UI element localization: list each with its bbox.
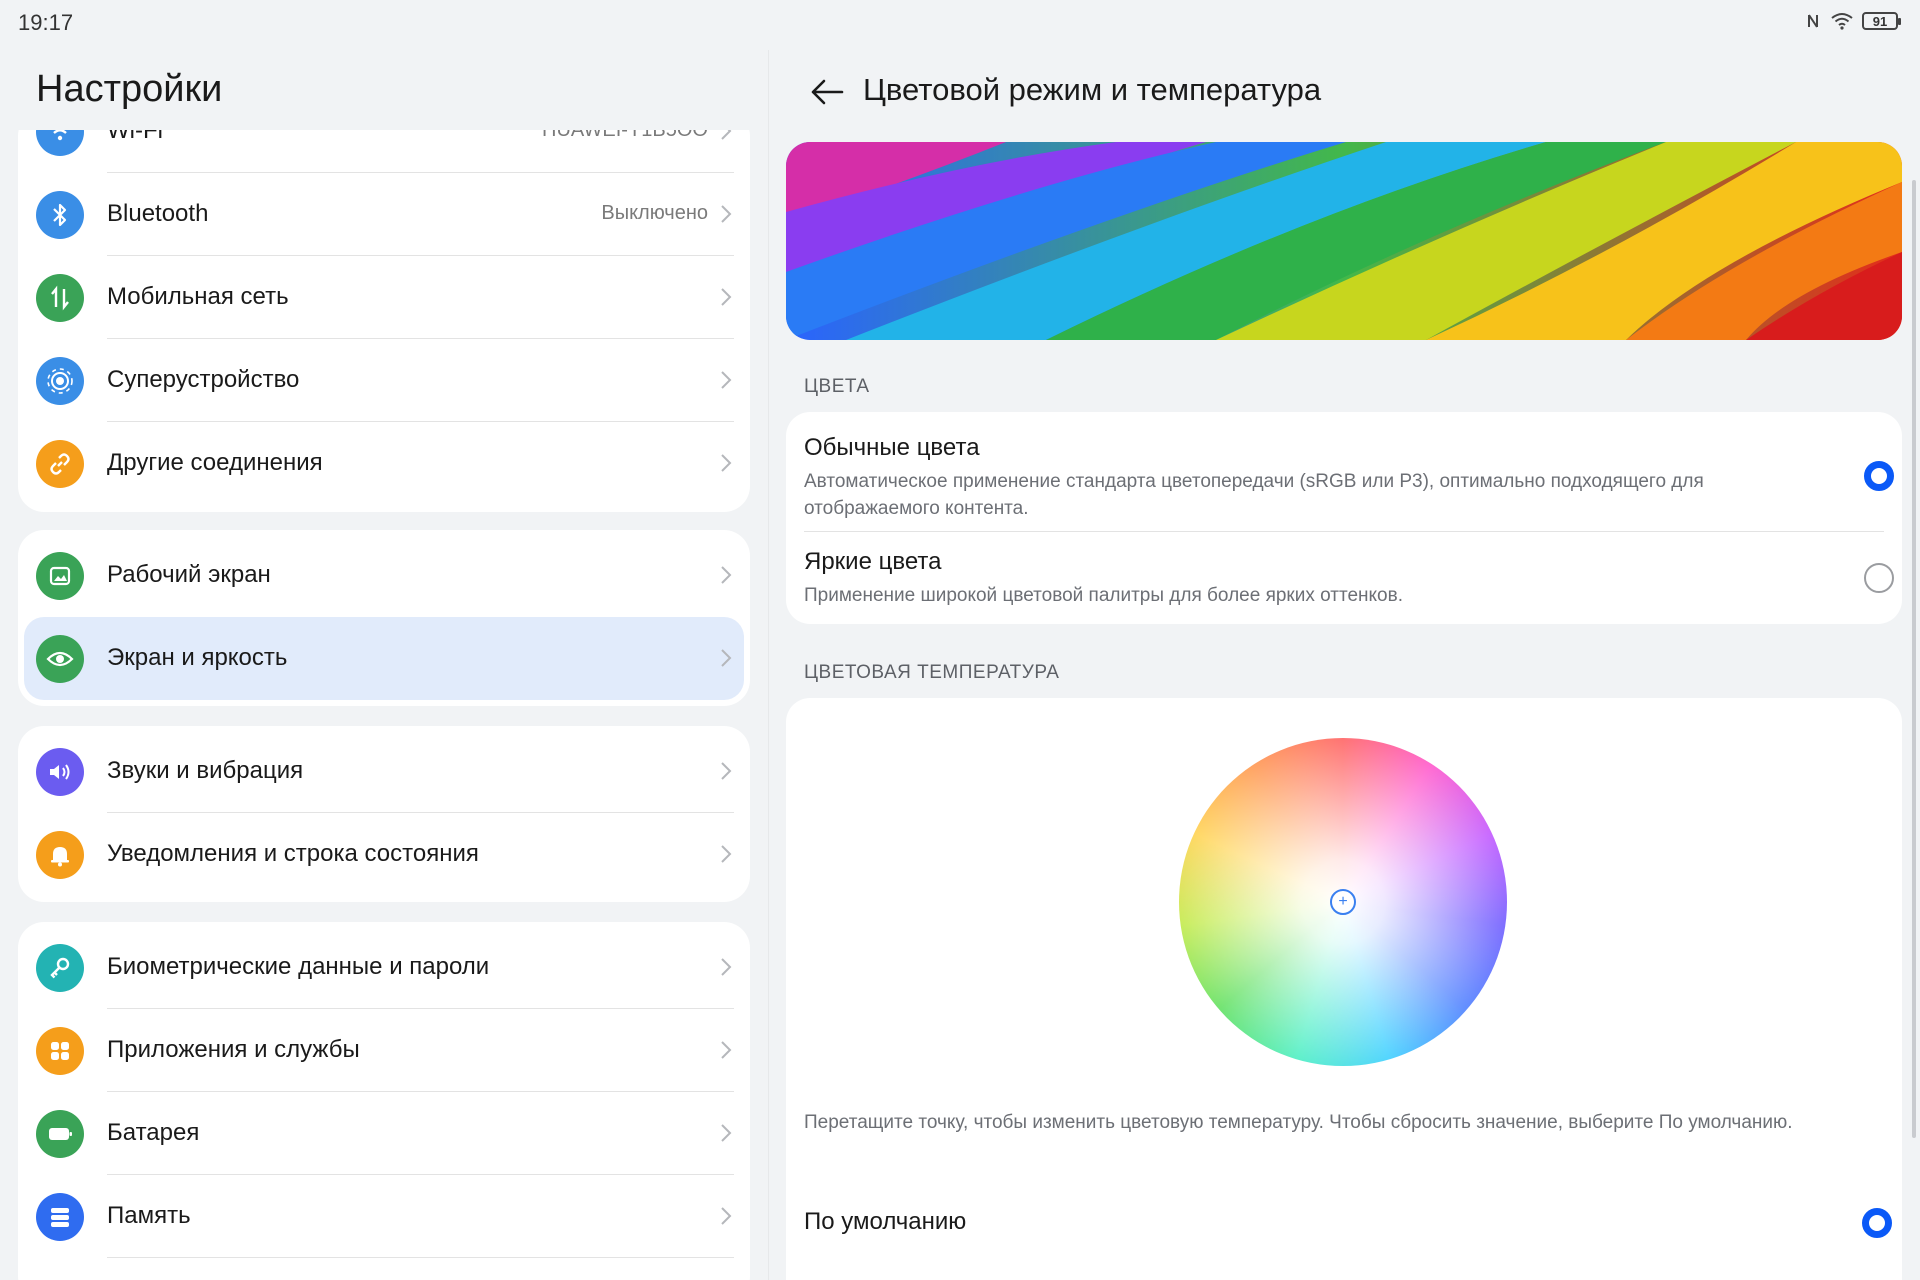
option-vivid-colors[interactable]: Яркие цвета Применение широкой цветовой … — [804, 548, 1884, 609]
sidebar-item-label: Экран и яркость — [107, 644, 288, 671]
sidebar-item-home-screen[interactable]: Рабочий экран — [18, 534, 750, 617]
color-wheel-handle[interactable]: + — [1330, 889, 1356, 915]
sidebar-item-label: Мобильная сеть — [107, 283, 289, 310]
battery-indicator: 91 — [1862, 12, 1901, 30]
chevron-right-icon — [720, 370, 732, 395]
sidebar-item-battery[interactable]: Батарея — [18, 1092, 750, 1175]
bluetooth-icon — [36, 191, 84, 239]
color-mode-pane: Цветовой режим и температура ЦВЕТА Обычн… — [769, 50, 1920, 1280]
chevron-right-icon — [720, 453, 732, 478]
settings-group-sound: Звуки и вибрация Уведомления и строка со… — [18, 726, 750, 902]
radio-vivid-colors[interactable] — [1864, 563, 1894, 593]
sidebar-item-label: Батарея — [107, 1119, 200, 1146]
option-title: Яркие цвета — [804, 548, 942, 575]
home-screen-icon — [36, 552, 84, 600]
chevron-right-icon — [720, 130, 732, 146]
key-icon — [36, 944, 84, 992]
wifi-icon — [36, 130, 84, 156]
color-mode-card: Обычные цвета Автоматическое применение … — [786, 412, 1902, 624]
chevron-right-icon — [720, 761, 732, 786]
battery-icon — [36, 1110, 84, 1158]
sidebar-item-other-connections[interactable]: Другие соединения — [18, 422, 750, 505]
chevron-right-icon — [720, 844, 732, 869]
sidebar-item-bluetooth[interactable]: Bluetooth Выключено — [18, 173, 750, 256]
chevron-right-icon — [720, 1206, 732, 1231]
color-banner-image — [786, 142, 1902, 340]
option-normal-colors[interactable]: Обычные цвета Автоматическое применение … — [804, 434, 1884, 522]
sidebar-item-value: HUAWEI-Y1B5OO — [542, 130, 708, 141]
sidebar-item-display-brightness[interactable]: Экран и яркость — [24, 617, 744, 700]
chevron-right-icon — [720, 648, 732, 673]
back-button[interactable] — [805, 70, 849, 114]
sidebar-item-label: Память — [107, 1202, 191, 1229]
option-title: Обычные цвета — [804, 434, 980, 461]
wifi-status-icon — [1830, 12, 1854, 30]
section-header-colors: ЦВЕТА — [804, 376, 870, 397]
page-title: Цветовой режим и температура — [863, 72, 1322, 107]
settings-group-system: Биометрические данные и пароли Приложени… — [18, 922, 750, 1280]
status-bar: 19:17 91 — [0, 0, 1920, 50]
chevron-right-icon — [720, 1040, 732, 1065]
settings-group-display: Рабочий экран Экран и яркость — [18, 530, 750, 706]
sidebar-item-super-device[interactable]: Суперустройство — [18, 339, 750, 422]
scrollbar[interactable] — [1912, 180, 1916, 1138]
status-time: 19:17 — [18, 10, 74, 35]
sidebar-item-label: Биометрические данные и пароли — [107, 953, 490, 980]
bell-icon — [36, 831, 84, 879]
sidebar-item-wifi[interactable]: Wi-Fi HUAWEI-Y1B5OO — [18, 130, 750, 173]
link-icon — [36, 440, 84, 488]
sidebar-item-mobile-network[interactable]: Мобильная сеть — [18, 256, 750, 339]
sidebar-item-apps[interactable]: Приложения и службы — [18, 1009, 750, 1092]
eye-icon — [36, 635, 84, 683]
settings-group-connections: Wi-Fi HUAWEI-Y1B5OO Bluetooth Выключено — [18, 130, 750, 512]
page-title: Настройки — [36, 68, 223, 110]
color-wheel[interactable]: + — [1179, 738, 1507, 1066]
sidebar-item-label: Wi-Fi — [107, 130, 163, 144]
sidebar-item-label: Другие соединения — [107, 449, 323, 476]
sidebar-item-notifications[interactable]: Уведомления и строка состояния — [18, 813, 750, 896]
apps-icon — [36, 1027, 84, 1075]
super-device-icon — [36, 357, 84, 405]
temperature-hint: Перетащите точку, чтобы изменить цветову… — [804, 1112, 1793, 1133]
chevron-right-icon — [720, 287, 732, 312]
default-option-label[interactable]: По умолчанию — [804, 1208, 966, 1236]
nfc-icon — [1804, 12, 1822, 30]
sidebar-item-value: Выключено — [601, 202, 708, 224]
sidebar-item-label: Рабочий экран — [107, 561, 271, 588]
option-description: Применение широкой цветовой палитры для … — [804, 585, 1404, 606]
sidebar-item-sounds[interactable]: Звуки и вибрация — [18, 730, 750, 813]
option-description: Автоматическое применение стандарта цвет… — [804, 471, 1704, 519]
storage-icon — [36, 1193, 84, 1241]
chevron-right-icon — [720, 204, 732, 229]
settings-scroll-area[interactable]: Wi-Fi HUAWEI-Y1B5OO Bluetooth Выключено — [0, 130, 768, 1280]
sound-icon — [36, 748, 84, 796]
radio-normal-colors[interactable] — [1864, 461, 1894, 491]
chevron-right-icon — [720, 1123, 732, 1148]
mobile-data-icon — [36, 274, 84, 322]
sidebar-item-label: Bluetooth — [107, 200, 209, 227]
settings-list-pane: Настройки Wi-Fi HUAWEI-Y1B5OO Bluetooth … — [0, 50, 768, 1280]
sidebar-item-label: Суперустройство — [107, 366, 300, 393]
radio-default-temperature[interactable] — [1862, 1208, 1892, 1238]
sidebar-item-label: Уведомления и строка состояния — [107, 840, 479, 867]
status-icons: 91 — [1804, 12, 1901, 30]
sidebar-item-storage[interactable]: Память — [18, 1175, 750, 1258]
color-temperature-card: + Перетащите точку, чтобы изменить цвето… — [786, 698, 1902, 1280]
section-header-temperature: ЦВЕТОВАЯ ТЕМПЕРАТУРА — [804, 662, 1060, 683]
sidebar-item-label: Звуки и вибрация — [107, 757, 304, 784]
chevron-right-icon — [720, 565, 732, 590]
sidebar-item-biometrics[interactable]: Биометрические данные и пароли — [18, 926, 750, 1009]
chevron-right-icon — [720, 957, 732, 982]
sidebar-item-label: Приложения и службы — [107, 1036, 360, 1063]
